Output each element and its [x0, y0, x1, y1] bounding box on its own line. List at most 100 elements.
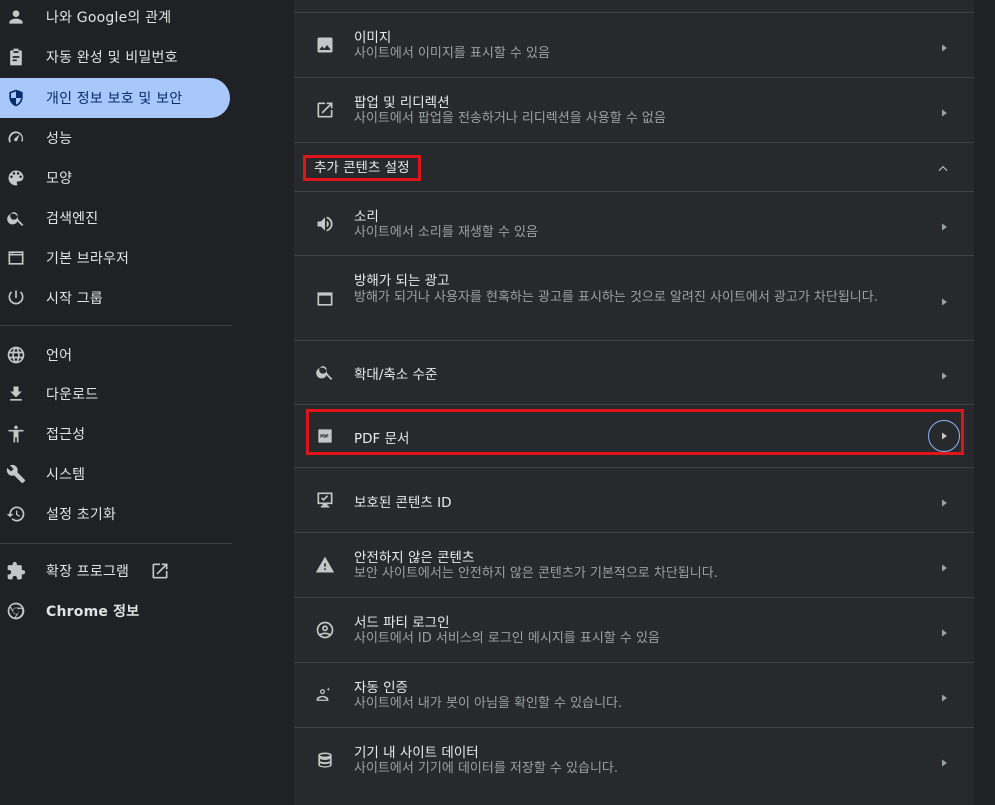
chevron-right-icon: [938, 367, 950, 380]
sidebar-item-label: 성능: [46, 131, 73, 147]
setting-title: 소리: [354, 209, 379, 225]
setting-description: 사이트에서 내가 봇이 아님을 확인할 수 있습니다.: [354, 696, 623, 711]
setting-title: 보호된 콘텐츠 ID: [354, 495, 452, 511]
setting-title: 자동 인증: [354, 680, 408, 696]
setting-row-zoom-levels[interactable]: 확대/축소 수준: [294, 340, 974, 404]
sidebar-item-label: 다운로드: [46, 387, 99, 403]
protected-content-icon: [314, 489, 336, 511]
setting-title: 기기 내 사이트 데이터: [354, 745, 479, 761]
setting-row-on-device-site-data[interactable]: 기기 내 사이트 데이터 사이트에서 기기에 데이터를 저장할 수 있습니다.: [294, 727, 974, 792]
chevron-right-icon: [938, 689, 950, 702]
volume-icon: [314, 213, 336, 235]
shield-icon: [6, 88, 26, 108]
chevron-right-icon: [938, 624, 950, 637]
pdf-documents-open-button[interactable]: [928, 420, 960, 452]
sidebar-item-label: 확장 프로그램: [46, 564, 130, 580]
database-icon: [314, 749, 336, 771]
auto-verify-icon: [314, 684, 336, 706]
chevron-up-icon[interactable]: [936, 161, 950, 175]
sidebar-item-default-browser[interactable]: 기본 브라우저: [0, 238, 230, 278]
setting-description: 사이트에서 소리를 재생할 수 있음: [354, 225, 538, 240]
palette-icon: [6, 168, 26, 188]
setting-row-protected-content[interactable]: 보호된 콘텐츠 ID: [294, 467, 974, 532]
chevron-right-icon: [938, 559, 950, 572]
warning-icon: [314, 554, 336, 576]
sidebar-item-autofill[interactable]: 자동 완성 및 비밀번호: [0, 37, 230, 77]
speedometer-icon: [6, 128, 26, 148]
setting-row-sound[interactable]: 소리 사이트에서 소리를 재생할 수 있음: [294, 191, 974, 256]
additional-content-settings-header[interactable]: 추가 콘텐츠 설정: [294, 142, 974, 192]
browser-window-icon: [6, 248, 26, 268]
sidebar-item-label: 검색엔진: [46, 211, 99, 227]
sidebar-item-label: 접근성: [46, 427, 86, 443]
setting-description: 사이트에서 이미지를 표시할 수 있음: [354, 46, 550, 61]
setting-title: 방해가 되는 광고: [354, 273, 450, 289]
account-circle-icon: [314, 619, 336, 641]
sidebar-item-appearance[interactable]: 모양: [0, 158, 230, 198]
sidebar-item-label: 나와 Google의 관계: [46, 10, 172, 26]
open-in-new-icon: [314, 99, 336, 121]
sidebar-item-downloads[interactable]: 다운로드: [0, 374, 230, 414]
chevron-right-icon: [942, 432, 947, 440]
setting-title: PDF 문서: [354, 431, 410, 447]
search-icon: [6, 208, 26, 228]
setting-row-auto-verify[interactable]: 자동 인증 사이트에서 내가 봇이 아님을 확인할 수 있습니다.: [294, 662, 974, 727]
sidebar-item-label: Chrome 정보: [46, 604, 140, 620]
ad-window-icon: [314, 288, 336, 310]
content-settings-card: 이미지 사이트에서 이미지를 표시할 수 있음 팝업 및 리디렉션 사이트에서 …: [294, 0, 974, 805]
sidebar-item-label: 모양: [46, 171, 73, 187]
setting-row-pdf-documents[interactable]: PDF 문서: [294, 404, 974, 468]
sidebar-divider: [0, 325, 232, 326]
sidebar-item-label: 개인 정보 보호 및 보안: [46, 91, 183, 107]
sidebar-item-label: 설정 초기화: [46, 507, 117, 523]
wrench-icon: [6, 464, 26, 484]
setting-row-insecure-content[interactable]: 안전하지 않은 콘텐츠 보안 사이트에서는 안전하지 않은 콘텐츠가 기본적으로…: [294, 532, 974, 597]
puzzle-icon: [6, 561, 26, 581]
sidebar-item-search-engine[interactable]: 검색엔진: [0, 198, 230, 238]
pdf-icon: [314, 425, 336, 447]
sidebar-item-languages[interactable]: 언어: [0, 335, 230, 375]
sidebar-item-privacy-security[interactable]: 개인 정보 보호 및 보안: [0, 78, 230, 118]
chevron-right-icon: [938, 104, 950, 117]
setting-title: 팝업 및 리디렉션: [354, 95, 450, 111]
accessibility-icon: [6, 424, 26, 444]
chevron-right-icon: [938, 218, 950, 231]
history-icon: [6, 504, 26, 524]
power-icon: [6, 288, 26, 308]
chevron-right-icon: [938, 39, 950, 52]
globe-icon: [6, 345, 26, 365]
open-in-new-icon: [150, 561, 170, 581]
setting-title: 서드 파티 로그인: [354, 615, 450, 631]
sidebar-item-reset-settings[interactable]: 설정 초기화: [0, 494, 230, 534]
setting-description: 사이트에서 팝업을 전송하거나 리디렉션을 사용할 수 없음: [354, 111, 666, 126]
image-icon: [314, 34, 336, 56]
sidebar-item-you-and-google[interactable]: 나와 Google의 관계: [0, 0, 230, 37]
setting-title: 안전하지 않은 콘텐츠: [354, 550, 475, 566]
chevron-right-icon: [938, 293, 950, 306]
sidebar-item-on-startup[interactable]: 시작 그룹: [0, 278, 230, 318]
setting-row-images[interactable]: 이미지 사이트에서 이미지를 표시할 수 있음: [294, 13, 974, 78]
sidebar-item-accessibility[interactable]: 접근성: [0, 414, 230, 454]
setting-row-intrusive-ads[interactable]: 방해가 되는 광고 방해가 되거나 사용자를 현혹하는 광고를 표시하는 것으로…: [294, 255, 974, 341]
download-icon: [6, 384, 26, 404]
chevron-right-icon: [938, 494, 950, 507]
sidebar-item-label: 언어: [46, 348, 73, 364]
sidebar-item-label: 시스템: [46, 467, 86, 483]
sidebar-item-about-chrome[interactable]: Chrome 정보: [0, 591, 230, 631]
setting-description: 사이트에서 기기에 데이터를 저장할 수 있습니다.: [354, 761, 618, 776]
sidebar-item-extensions[interactable]: 확장 프로그램: [0, 551, 230, 591]
sidebar-item-label: 시작 그룹: [46, 291, 103, 307]
setting-title: 확대/축소 수준: [354, 367, 438, 383]
sidebar-item-system[interactable]: 시스템: [0, 454, 230, 494]
setting-row-popups[interactable]: 팝업 및 리디렉션 사이트에서 팝업을 전송하거나 리디렉션을 사용할 수 없음: [294, 77, 974, 142]
setting-description: 사이트에서 ID 서비스의 로그인 메시지를 표시할 수 있음: [354, 631, 660, 646]
sidebar-item-label: 기본 브라우저: [46, 251, 130, 267]
chevron-right-icon: [938, 754, 950, 767]
sidebar-item-label: 자동 완성 및 비밀번호: [46, 50, 178, 66]
setting-description: 보안 사이트에서는 안전하지 않은 콘텐츠가 기본적으로 차단됩니다.: [354, 566, 718, 581]
setting-title: 이미지: [354, 30, 392, 46]
setting-row-third-party-sign-in[interactable]: 서드 파티 로그인 사이트에서 ID 서비스의 로그인 메시지를 표시할 수 있…: [294, 597, 974, 662]
clipboard-icon: [6, 47, 26, 67]
sidebar-item-performance[interactable]: 성능: [0, 118, 230, 158]
sidebar-divider: [0, 543, 232, 544]
